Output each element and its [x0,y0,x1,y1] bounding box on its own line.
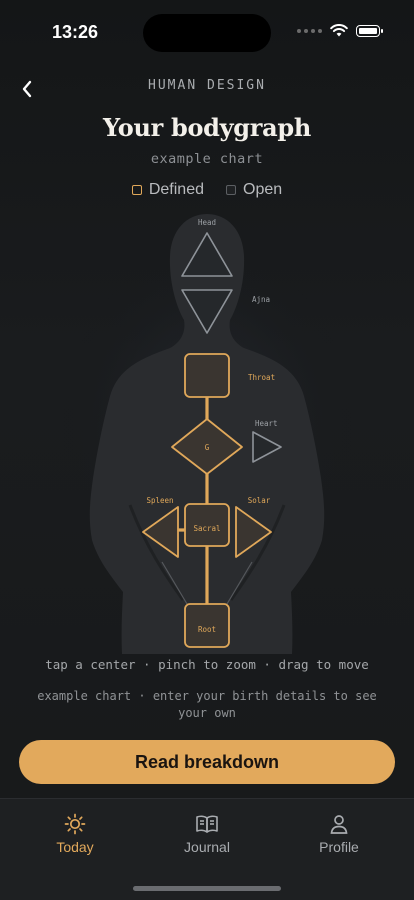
page-title: Your bodygraph [102,113,312,142]
label-spleen: Spleen [146,496,173,505]
label-solar: Solar [248,496,271,505]
status-time: 13:26 [52,22,99,42]
book-icon [196,815,218,833]
example-note: example chart · enter your birth details… [37,689,377,720]
tab-today[interactable]: Today [20,813,130,855]
label-g: G [205,443,210,452]
center-throat[interactable] [184,353,230,398]
defined-swatch [131,185,142,195]
tab-journal[interactable]: Journal [152,813,262,855]
label-throat: Throat [248,373,275,382]
tab-profile-label: Profile [319,839,359,855]
home-indicator [133,886,281,891]
legend-open: Open [226,181,282,199]
label-head: Head [198,218,216,227]
label-sacral: Sacral [193,524,220,533]
open-swatch [226,185,236,195]
wifi-icon [330,24,348,37]
tab-today-label: Today [56,839,94,855]
screen: 13:26 HUMAN DESIGN Your bodygraph exampl… [0,0,414,900]
page-subtitle: example chart [150,151,264,167]
legend: Defined Open [0,181,414,199]
label-heart: Heart [255,419,278,428]
status-icons [297,24,383,37]
battery-icon [356,24,383,37]
read-breakdown-button[interactable]: Read breakdown [19,740,395,784]
gesture-hint: tap a center · pinch to zoom · drag to m… [45,657,369,672]
sun-icon [64,813,86,835]
tab-profile[interactable]: Profile [284,813,394,855]
signal-icon [297,28,322,33]
dynamic-island [143,14,271,52]
label-root: Root [198,625,216,634]
bodygraph[interactable]: Head Ajna Throat Heart G Spleen Solar Sa… [0,205,414,655]
label-ajna: Ajna [252,295,270,304]
legend-open-label: Open [243,181,283,198]
tab-journal-label: Journal [184,839,230,855]
tab-bar: Today Journal Profile [0,798,414,900]
legend-defined: Defined [131,181,204,199]
legend-defined-label: Defined [148,181,204,198]
person-icon [330,815,348,834]
section-eyebrow: HUMAN DESIGN [148,78,266,93]
